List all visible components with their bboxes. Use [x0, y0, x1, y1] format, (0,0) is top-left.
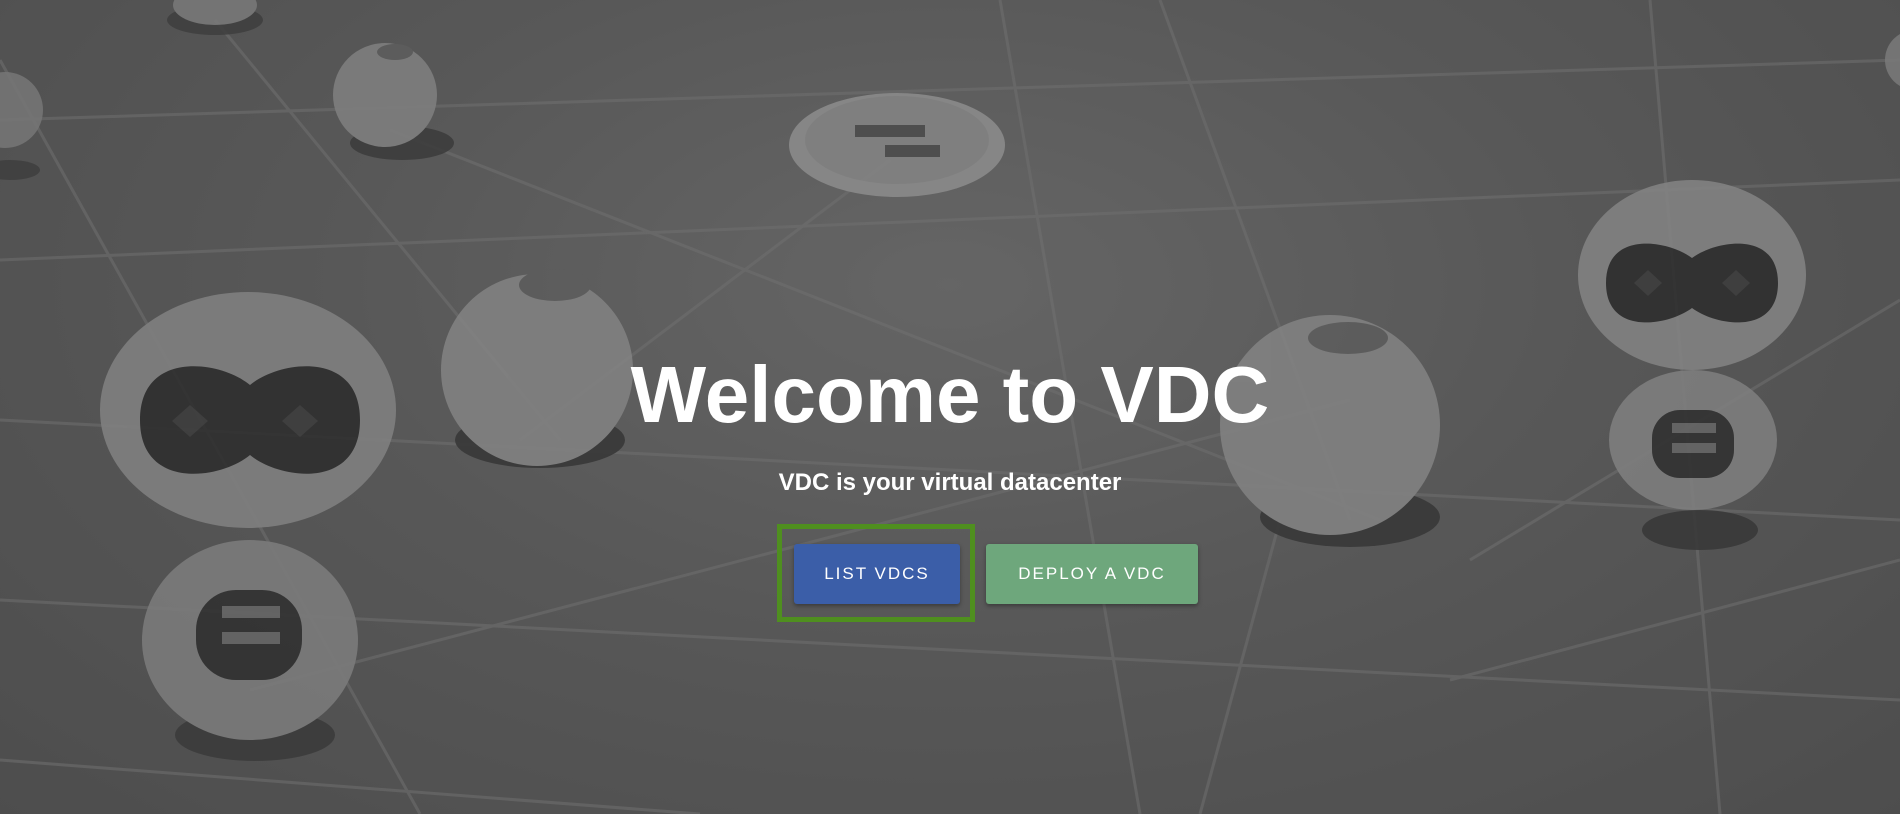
hero-section: Welcome to VDC VDC is your virtual datac… — [0, 0, 1900, 814]
hero-content: Welcome to VDC VDC is your virtual datac… — [0, 0, 1900, 814]
page-title: Welcome to VDC — [630, 350, 1270, 439]
list-vdcs-button[interactable]: LIST VDCS — [794, 544, 960, 604]
page-subtitle: VDC is your virtual datacenter — [778, 469, 1122, 496]
deploy-vdc-button[interactable]: DEPLOY A VDC — [986, 544, 1198, 604]
